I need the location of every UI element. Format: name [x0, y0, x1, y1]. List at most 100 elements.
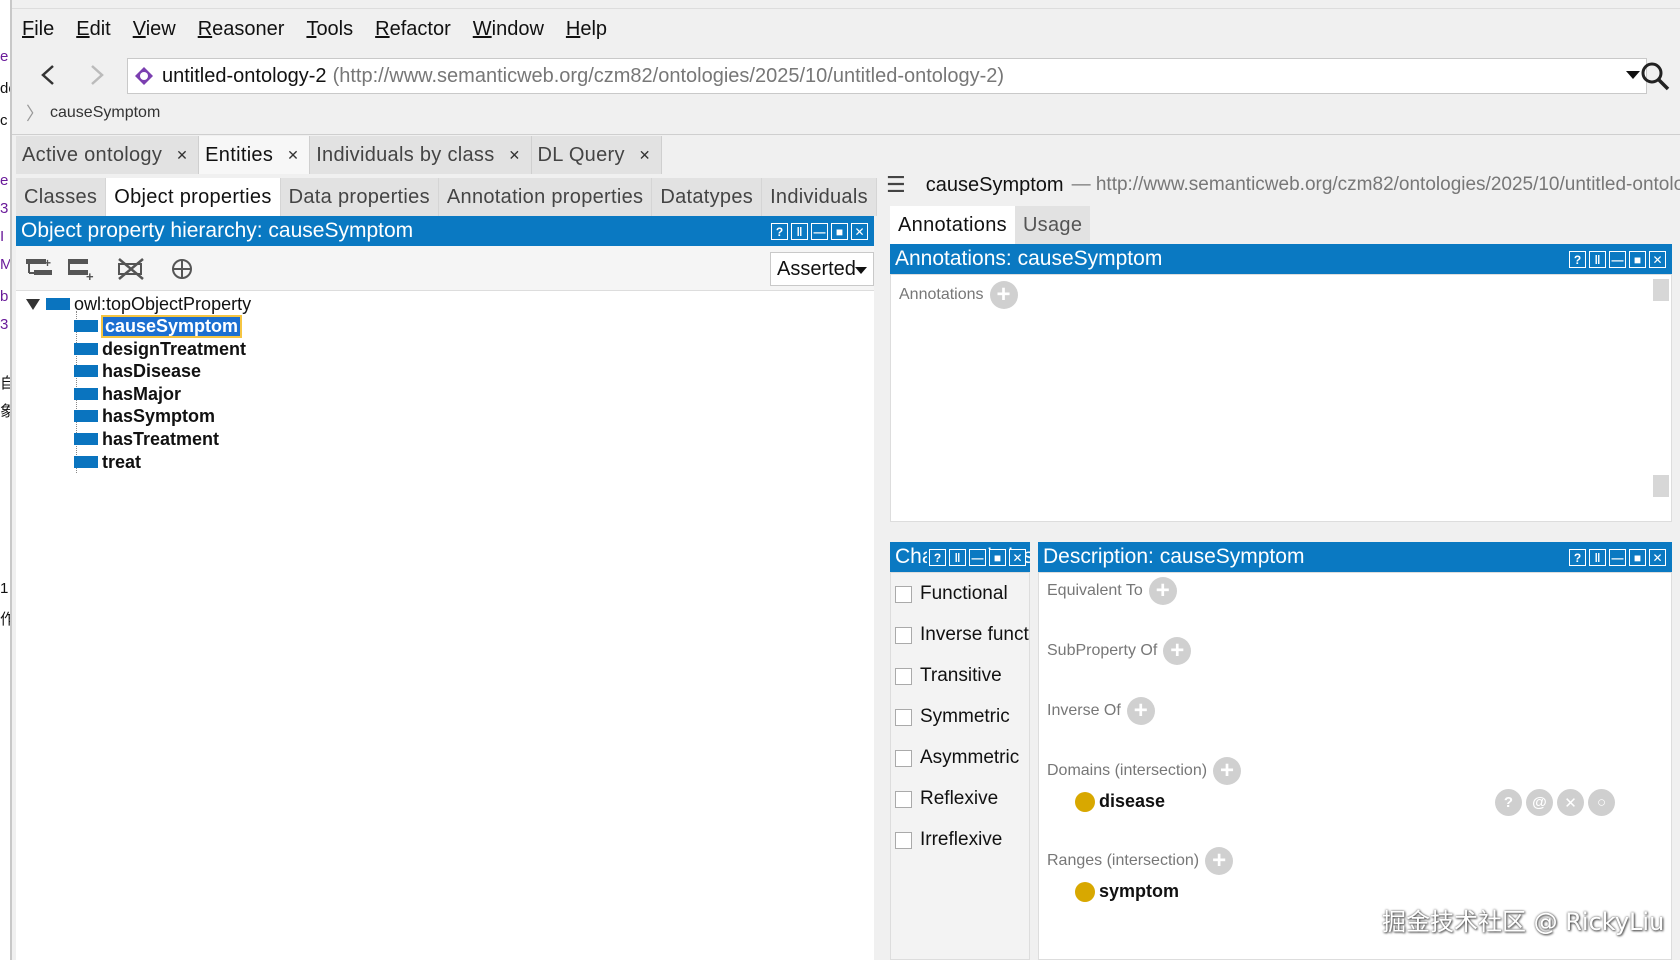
add-sibling-icon[interactable]: +	[66, 256, 96, 282]
class-icon	[1075, 881, 1095, 902]
expand-triangle-icon[interactable]	[26, 299, 40, 310]
scrollbar-thumb[interactable]	[1653, 475, 1669, 497]
tab-data-properties[interactable]: Data properties	[280, 178, 439, 216]
tab-dl-query[interactable]: DL Query ✕	[531, 136, 662, 174]
tab-entities[interactable]: Entities ✕	[199, 136, 311, 174]
class-icon	[1075, 791, 1095, 812]
gutter-char: 1	[0, 580, 9, 597]
split-icon[interactable]: ‖	[949, 549, 966, 566]
close-icon[interactable]: ✕	[287, 147, 299, 164]
tree-node-root[interactable]: owl:topObjectProperty	[46, 293, 251, 315]
object-property-icon	[74, 456, 98, 468]
functional-checkbox[interactable]: Functional	[895, 583, 1008, 605]
inverse-functional-checkbox[interactable]: Inverse functional	[895, 624, 1029, 646]
add-annotation-button[interactable]: +	[989, 281, 1018, 309]
gutter-char: 象	[0, 400, 10, 421]
forward-button[interactable]	[82, 60, 110, 90]
navigation-row: untitled-ontology-2 (http://www.semantic…	[12, 56, 1680, 94]
menu-window[interactable]: Window	[473, 18, 544, 41]
domain-class-item[interactable]: disease	[1075, 791, 1165, 812]
range-class-item[interactable]: symptom	[1075, 881, 1179, 902]
maximize-icon[interactable]: ■	[1629, 251, 1646, 268]
help-icon[interactable]: ?	[771, 223, 788, 240]
help-icon[interactable]: ?	[1569, 549, 1586, 566]
ontology-selector[interactable]: untitled-ontology-2 (http://www.semantic…	[127, 58, 1647, 94]
search-button[interactable]	[1637, 58, 1673, 94]
transitive-checkbox[interactable]: Transitive	[895, 665, 1002, 687]
tree-node[interactable]: hasMajor	[74, 383, 181, 405]
left-panel: Classes Object properties Data propertie…	[16, 178, 878, 960]
close-icon[interactable]: ✕	[176, 147, 188, 164]
maximize-icon[interactable]: ■	[831, 223, 848, 240]
view-title: Object property hierarchy: causeSymptom	[21, 219, 414, 242]
explain-button[interactable]: ?	[1495, 789, 1522, 816]
menu-refactor[interactable]: Refactor	[375, 18, 451, 41]
menu-help[interactable]: Help	[566, 18, 607, 41]
tab-object-properties[interactable]: Object properties	[106, 178, 281, 216]
add-range-button[interactable]: +	[1205, 847, 1234, 875]
add-equivalent-button[interactable]: +	[1148, 577, 1177, 605]
menu-tools[interactable]: Tools	[306, 18, 353, 41]
menu-view[interactable]: View	[133, 18, 176, 41]
add-domain-button[interactable]: +	[1213, 757, 1242, 785]
tab-annotation-properties[interactable]: Annotation properties	[438, 178, 653, 216]
minimize-icon[interactable]: —	[969, 549, 986, 566]
object-property-icon	[46, 298, 70, 310]
view-title: Annotations: causeSymptom	[895, 247, 1163, 270]
add-subproperty-icon[interactable]: +	[24, 256, 54, 282]
close-icon[interactable]: ✕	[1009, 549, 1026, 566]
tab-datatypes[interactable]: Datatypes	[652, 178, 763, 216]
close-icon[interactable]: ✕	[1649, 251, 1666, 268]
close-icon[interactable]: ✕	[639, 147, 651, 164]
maximize-icon[interactable]: ■	[989, 549, 1006, 566]
view-title-bar: Annotations: causeSymptom ? ‖ — ■ ✕	[890, 244, 1672, 274]
tab-usage[interactable]: Usage	[1014, 206, 1091, 244]
menu-reasoner[interactable]: Reasoner	[198, 18, 285, 41]
tab-individuals[interactable]: Individuals	[762, 178, 877, 216]
irreflexive-checkbox[interactable]: Irreflexive	[895, 829, 1002, 851]
maximize-icon[interactable]: ■	[1629, 549, 1646, 566]
asymmetric-checkbox[interactable]: Asymmetric	[895, 747, 1019, 769]
help-icon[interactable]: ?	[1569, 251, 1586, 268]
breadcrumb-item[interactable]: causeSymptom	[50, 104, 160, 122]
menu-file[interactable]: File	[22, 18, 54, 41]
tree-node[interactable]: treat	[74, 451, 141, 473]
tree-node[interactable]: hasSymptom	[74, 405, 215, 427]
close-icon[interactable]: ✕	[509, 147, 521, 164]
minimize-icon[interactable]: —	[1609, 549, 1626, 566]
edit-button[interactable]: ○	[1588, 789, 1615, 816]
close-icon[interactable]: ✕	[851, 223, 868, 240]
minimize-icon[interactable]: —	[1609, 251, 1626, 268]
help-icon[interactable]: ?	[929, 549, 946, 566]
tab-classes[interactable]: Classes	[16, 178, 107, 216]
menu-icon[interactable]: ☰	[886, 172, 906, 198]
asserted-inferred-select[interactable]: Asserted	[770, 252, 874, 286]
svg-text:+: +	[86, 269, 94, 282]
protege-window: File Edit View Reasoner Tools Refactor W…	[12, 0, 1680, 960]
close-icon[interactable]: ✕	[1649, 549, 1666, 566]
tab-individuals-by-class[interactable]: Individuals by class ✕	[310, 136, 532, 174]
minimize-icon[interactable]: —	[811, 223, 828, 240]
gutter-char: de	[0, 80, 10, 97]
delete-property-icon[interactable]	[116, 256, 146, 282]
tree-node[interactable]: hasDisease	[74, 360, 201, 382]
tree-node[interactable]: hasTreatment	[74, 428, 219, 450]
annotations-view: Annotations +	[890, 274, 1672, 522]
add-inverse-button[interactable]: +	[1126, 697, 1155, 725]
annotate-button[interactable]: @	[1526, 789, 1553, 816]
split-icon[interactable]: ‖	[1589, 549, 1606, 566]
split-icon[interactable]: ‖	[1589, 251, 1606, 268]
delete-button[interactable]: ✕	[1557, 789, 1584, 816]
find-usage-icon[interactable]	[168, 256, 198, 282]
tab-annotations[interactable]: Annotations	[890, 206, 1015, 244]
tree-node[interactable]: designTreatment	[74, 338, 246, 360]
split-icon[interactable]: ‖	[791, 223, 808, 240]
tree-node[interactable]: causeSymptom	[74, 314, 243, 338]
tab-active-ontology[interactable]: Active ontology ✕	[16, 136, 200, 174]
reflexive-checkbox[interactable]: Reflexive	[895, 788, 998, 810]
add-superproperty-button[interactable]: +	[1163, 637, 1192, 665]
symmetric-checkbox[interactable]: Symmetric	[895, 706, 1010, 728]
scrollbar-thumb[interactable]	[1653, 279, 1669, 301]
back-button[interactable]	[34, 60, 62, 90]
menu-edit[interactable]: Edit	[76, 18, 110, 41]
